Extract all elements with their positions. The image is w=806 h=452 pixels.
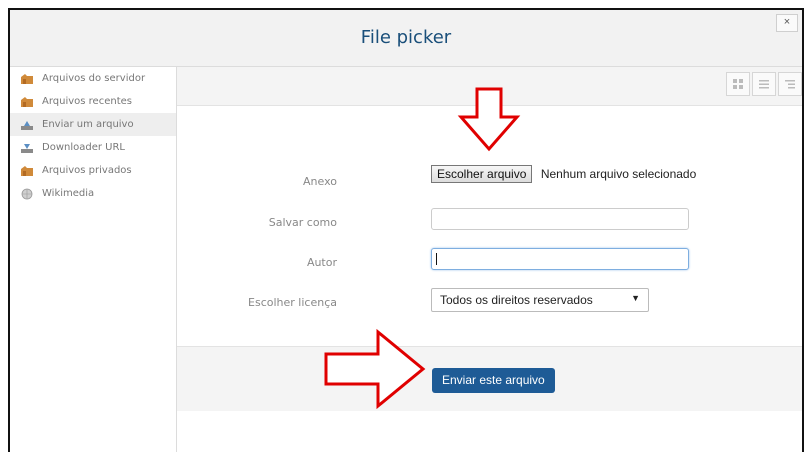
sidebar-item-label: Arquivos recentes xyxy=(42,96,132,107)
save-as-input[interactable] xyxy=(431,208,689,230)
sidebar-item-label: Arquivos do servidor xyxy=(42,73,146,84)
sidebar-item-label: Wikimedia xyxy=(42,188,95,199)
text-caret xyxy=(436,253,437,265)
sidebar-item-upload-file[interactable]: Enviar um arquivo xyxy=(10,113,176,136)
upload-icon xyxy=(21,120,33,130)
folder-icon xyxy=(21,96,33,107)
list-view-button[interactable] xyxy=(752,72,776,96)
close-button[interactable]: × xyxy=(776,14,798,32)
tree-view-icon xyxy=(785,80,795,89)
license-select[interactable]: Todos os direitos reservados ▼ xyxy=(431,288,649,312)
right-arrow-annotation-icon xyxy=(324,328,426,410)
icons-view-button[interactable] xyxy=(726,72,750,96)
save-as-label: Salvar como xyxy=(268,216,337,229)
license-label: Escolher licença xyxy=(248,296,337,309)
author-input[interactable] xyxy=(431,248,689,270)
chevron-down-icon: ▼ xyxy=(631,293,640,303)
folder-icon xyxy=(21,73,33,84)
repository-sidebar: Arquivos do servidor Arquivos recentes E… xyxy=(10,67,177,452)
globe-icon xyxy=(21,188,33,199)
folder-icon xyxy=(21,165,33,176)
dialog-header: File picker × xyxy=(10,10,802,67)
sidebar-item-label: Enviar um arquivo xyxy=(42,119,134,130)
author-row: Autor xyxy=(177,248,802,274)
sidebar-item-label: Downloader URL xyxy=(42,142,125,153)
no-file-selected-text: Nenhum arquivo selecionado xyxy=(540,167,697,181)
tree-view-button[interactable] xyxy=(778,72,802,96)
choose-file-button[interactable]: Escolher arquivo xyxy=(431,165,533,183)
download-icon xyxy=(21,143,33,153)
icons-view-icon xyxy=(733,79,743,89)
author-label: Autor xyxy=(306,256,337,269)
dialog-footer: Enviar este arquivo xyxy=(177,346,802,411)
list-view-icon xyxy=(759,80,769,89)
attachment-row: Anexo Escolher arquivo Nenhum arquivo se… xyxy=(177,165,802,191)
sidebar-item-recent-files[interactable]: Arquivos recentes xyxy=(10,90,176,113)
file-picker-dialog: File picker × Arquivos do servidor Arqui… xyxy=(8,8,804,452)
view-switcher xyxy=(724,72,802,96)
save-as-row: Salvar como xyxy=(177,208,802,234)
file-input[interactable]: Escolher arquivo Nenhum arquivo selecion… xyxy=(431,165,696,183)
sidebar-item-server-files[interactable]: Arquivos do servidor xyxy=(10,67,176,90)
sidebar-item-url-downloader[interactable]: Downloader URL xyxy=(10,136,176,159)
license-row: Escolher licença Todos os direitos reser… xyxy=(177,288,802,314)
sidebar-item-wikimedia[interactable]: Wikimedia xyxy=(10,182,176,205)
sidebar-item-label: Arquivos privados xyxy=(42,165,132,176)
down-arrow-annotation-icon xyxy=(457,87,521,152)
attachment-label: Anexo xyxy=(303,175,337,188)
dialog-title: File picker xyxy=(360,27,452,48)
sidebar-item-private-files[interactable]: Arquivos privados xyxy=(10,159,176,182)
upload-file-button[interactable]: Enviar este arquivo xyxy=(432,368,555,393)
license-selected-value: Todos os direitos reservados xyxy=(440,293,593,307)
